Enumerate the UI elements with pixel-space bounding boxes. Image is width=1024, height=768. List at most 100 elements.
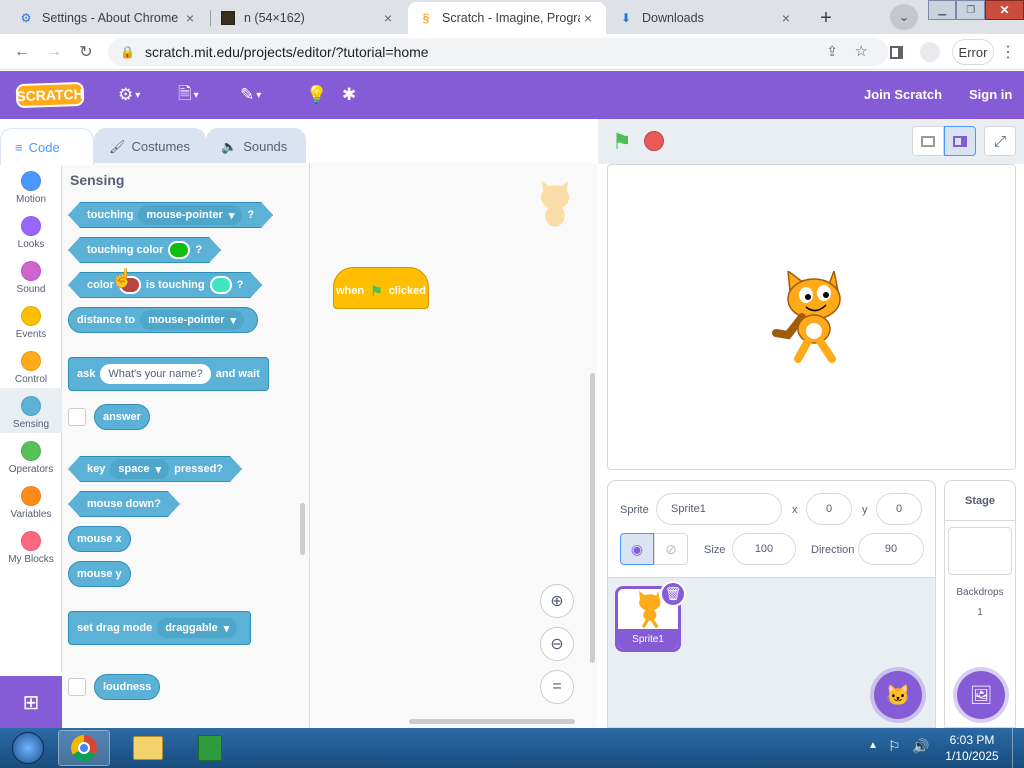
settings-gear-icon[interactable]: ⚙ ▾ (118, 83, 140, 107)
block-answer[interactable]: answer (94, 404, 150, 430)
tab-scratch[interactable]: § Scratch - Imagine, Progra × (408, 2, 606, 34)
tab-costumes[interactable]: 🖌 Costumes (94, 128, 206, 164)
block-touching-color[interactable]: touching color ? (68, 237, 221, 263)
edit-menu-icon[interactable]: ✎ ▾ (240, 83, 261, 107)
stop-button[interactable] (644, 131, 664, 151)
x-input[interactable]: 0 (806, 493, 852, 525)
minimize-button[interactable]: ▁ (928, 0, 957, 20)
block-dropdown[interactable]: mouse-pointer (140, 310, 245, 330)
new-tab-button[interactable]: + (812, 4, 840, 32)
block-mouse-y[interactable]: mouse y (68, 561, 131, 587)
zoom-reset-button[interactable]: = (540, 670, 574, 704)
join-scratch-link[interactable]: Join Scratch (864, 87, 942, 102)
show-sprite-eye-icon[interactable]: ◉ (620, 533, 654, 565)
color-swatch[interactable] (210, 276, 232, 294)
forward-arrow-icon[interactable]: → (42, 40, 66, 64)
tab-code[interactable]: ≡ Code (0, 128, 94, 165)
palette-scrollbar[interactable] (300, 503, 305, 555)
add-extension-button[interactable]: ⊞ (0, 676, 62, 728)
category-variables[interactable]: Variables (0, 478, 62, 523)
block-distance-to[interactable]: distance to mouse-pointer (68, 307, 259, 333)
block-loudness[interactable]: loudness (94, 674, 161, 700)
block-key-pressed[interactable]: key space pressed? (68, 456, 242, 482)
tab-image[interactable]: n (54×162) × (210, 2, 406, 34)
close-icon[interactable]: × (182, 10, 198, 26)
block-mouse-down[interactable]: mouse down? (68, 491, 180, 517)
stage-canvas[interactable] (607, 164, 1016, 470)
debug-icon[interactable]: ✱ (342, 83, 356, 107)
block-dropdown[interactable]: draggable (157, 618, 238, 638)
side-panel-icon[interactable] (884, 40, 908, 64)
close-window-button[interactable]: ✕ (984, 0, 1024, 20)
block-set-drag-mode[interactable]: set drag mode draggable (68, 611, 252, 645)
sign-in-link[interactable]: Sign in (969, 87, 1012, 102)
category-control[interactable]: Control (0, 343, 62, 388)
tab-downloads[interactable]: ⬇ Downloads × (608, 2, 804, 34)
fullscreen-icon[interactable]: ⤢ (984, 126, 1016, 156)
close-icon[interactable]: × (580, 10, 596, 26)
clock-date[interactable]: 1/10/2025 (942, 749, 1002, 763)
chevron-down-icon[interactable]: ⌄ (890, 4, 918, 30)
tab-sounds[interactable]: 🔈 Sounds (206, 128, 306, 164)
store-icon[interactable] (184, 730, 236, 766)
file-menu-icon[interactable]: 🗎 ▾ (178, 83, 199, 107)
block-dropdown[interactable]: mouse-pointer (138, 205, 242, 225)
stage-thumbnail[interactable] (948, 527, 1012, 575)
text-input-slot[interactable]: What's your name? (100, 364, 211, 384)
chrome-taskbar-icon[interactable] (58, 730, 110, 766)
color-swatch[interactable] (168, 241, 190, 259)
direction-input[interactable]: 90 (858, 533, 924, 565)
volume-icon[interactable]: 🔊 (912, 738, 929, 755)
tray-chevron-icon[interactable]: ▲ (868, 740, 878, 751)
workspace-vscroll[interactable] (590, 373, 595, 663)
maximize-button[interactable]: ❐ (956, 0, 985, 20)
size-input[interactable]: 100 (732, 533, 796, 565)
choose-sprite-button[interactable]: 🐱 (874, 671, 922, 719)
zoom-in-button[interactable]: ⊕ (540, 584, 574, 618)
address-bar[interactable]: 🔒 scratch.mit.edu/projects/editor/?tutor… (108, 38, 888, 66)
file-explorer-icon[interactable] (122, 730, 174, 766)
avatar[interactable] (918, 40, 942, 64)
category-sound[interactable]: Sound (0, 253, 62, 298)
category-sensing[interactable]: Sensing (0, 388, 62, 433)
start-button[interactable] (4, 730, 52, 766)
tutorials-bulb-icon[interactable]: 💡 (306, 83, 327, 107)
category-motion[interactable]: Motion (0, 163, 62, 208)
back-arrow-icon[interactable]: ← (10, 40, 34, 64)
bookmark-star-icon[interactable]: ☆ (855, 42, 868, 60)
workspace-hscroll[interactable] (409, 719, 575, 724)
category-looks[interactable]: Looks (0, 208, 62, 253)
more-menu-icon[interactable]: ⋮ (996, 40, 1020, 64)
share-icon[interactable]: ⇪ (826, 43, 838, 60)
cat-sprite[interactable] (768, 268, 856, 363)
when-flag-clicked-block[interactable]: when ⚑ clicked (333, 267, 429, 309)
block-dropdown[interactable]: space (110, 459, 169, 479)
block-touching[interactable]: touching mouse-pointer ? (68, 202, 273, 228)
trash-icon[interactable]: 🗑 (660, 581, 686, 607)
small-stage-button[interactable] (912, 126, 944, 156)
sprite-name-input[interactable]: Sprite1 (656, 493, 782, 525)
green-flag-button[interactable]: ⚑ (612, 129, 632, 155)
answer-checkbox[interactable] (68, 408, 86, 426)
show-desktop-button[interactable] (1012, 728, 1024, 768)
tab-settings[interactable]: ⚙ Settings - About Chrome × (8, 2, 208, 34)
close-icon[interactable]: × (778, 10, 794, 26)
close-icon[interactable]: × (380, 10, 396, 26)
zoom-out-button[interactable]: ⊖ (540, 627, 574, 661)
category-my-blocks[interactable]: My Blocks (0, 523, 62, 568)
hide-sprite-eye-icon[interactable]: ⊘ (654, 533, 688, 565)
block-color-touching[interactable]: color is touching ? (68, 272, 262, 298)
block-ask-and-wait[interactable]: ask What's your name? and wait (68, 357, 269, 391)
network-icon[interactable]: ⚐ (888, 738, 901, 755)
clock-time[interactable]: 6:03 PM (942, 733, 1002, 747)
profile-error-button[interactable]: Error (952, 39, 994, 65)
normal-stage-button[interactable] (944, 126, 976, 156)
reload-icon[interactable]: ↻ (74, 40, 98, 64)
category-operators[interactable]: Operators (0, 433, 62, 478)
y-input[interactable]: 0 (876, 493, 922, 525)
scratch-logo[interactable]: SCRATCH (15, 81, 85, 109)
loudness-checkbox[interactable] (68, 678, 86, 696)
choose-backdrop-button[interactable]: 🖼 (957, 671, 1005, 719)
category-events[interactable]: Events (0, 298, 62, 343)
block-mouse-x[interactable]: mouse x (68, 526, 131, 552)
